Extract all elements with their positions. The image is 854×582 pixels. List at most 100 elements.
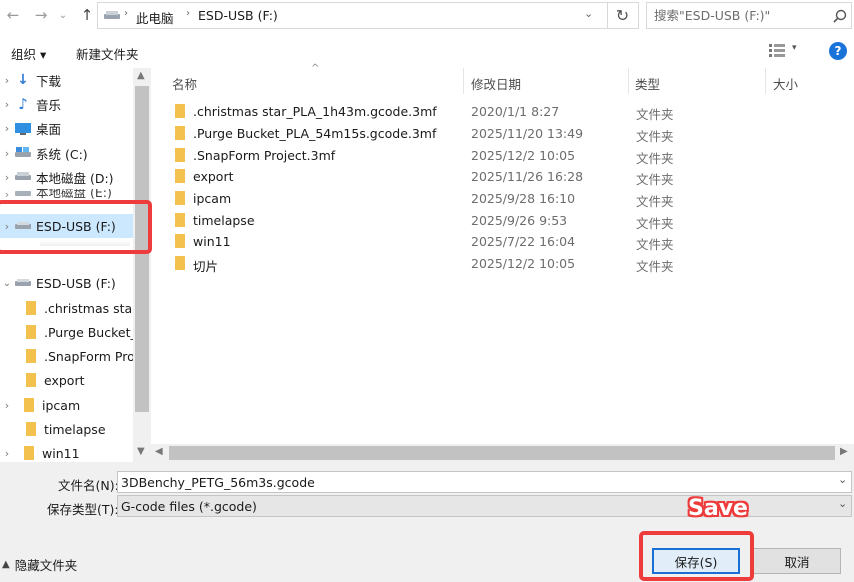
filename-field[interactable]: ⌄ xyxy=(117,471,852,493)
file-row[interactable]: win11 2025/7/22 16:04 文件夹 xyxy=(166,231,852,252)
tree-item-label: export xyxy=(44,372,85,388)
hide-folders-label: 隐藏文件夹 xyxy=(14,558,78,573)
file-type: 文件夹 xyxy=(636,259,674,274)
save-file-dialog: ← → ⌄ ↑ › 此电脑 › ESD-USB (F:) ⌄ ↻ 组织 ▾ 新建… xyxy=(0,0,854,582)
pc-drive-icon xyxy=(104,11,120,19)
search-box[interactable] xyxy=(646,2,852,29)
sidebar-item-desktop[interactable]: › 桌面 xyxy=(0,116,133,140)
breadcrumb-separator-icon: › xyxy=(124,8,128,19)
tree-item[interactable]: › win11 xyxy=(0,441,133,462)
scroll-left-icon[interactable]: ◀ xyxy=(155,446,163,457)
arrow-up-icon: ↑ xyxy=(80,6,94,24)
hide-folders-toggle[interactable]: ▲ 隐藏文件夹 xyxy=(2,555,77,574)
column-header-type[interactable]: 类型 xyxy=(635,74,660,93)
folder-icon xyxy=(175,104,185,118)
up-button[interactable]: ↑ xyxy=(76,4,98,26)
tree-root-label: ESD-USB (F:) xyxy=(36,275,116,291)
chevron-right-icon[interactable]: › xyxy=(0,122,14,135)
scroll-down-icon[interactable]: ▼ xyxy=(137,446,145,457)
column-header-size[interactable]: 大小 xyxy=(773,74,798,93)
address-dropdown-icon[interactable]: ⌄ xyxy=(584,7,593,20)
breadcrumb-this-pc[interactable]: 此电脑 xyxy=(136,8,174,27)
tree-item[interactable]: export xyxy=(22,368,151,392)
recent-locations-button[interactable]: ⌄ xyxy=(55,4,71,26)
forward-button[interactable]: → xyxy=(30,4,52,26)
chevron-right-icon[interactable]: › xyxy=(0,147,14,160)
file-row[interactable]: timelapse 2025/9/26 9:53 文件夹 xyxy=(166,210,852,231)
tree-item[interactable]: .christmas star_ xyxy=(22,296,151,320)
tree-item[interactable]: .Purge Bucket_F xyxy=(22,320,151,344)
file-row[interactable]: 切片 2025/12/2 10:05 文件夹 xyxy=(166,253,852,274)
filetype-value: G-code files (*.gcode) xyxy=(121,499,257,514)
tree-item-label: timelapse xyxy=(44,421,106,437)
folder-icon xyxy=(175,148,185,162)
scroll-right-icon[interactable]: ▶ xyxy=(840,446,848,457)
chevron-right-icon[interactable]: › xyxy=(0,98,14,111)
folder-icon xyxy=(20,445,38,461)
sidebar-item-label: 音乐 xyxy=(36,97,62,113)
cancel-button[interactable]: 取消 xyxy=(753,548,841,574)
search-input[interactable] xyxy=(647,3,817,28)
sidebar-item-drive-d[interactable]: › 本地磁盘 (D:) xyxy=(0,165,133,189)
folder-icon xyxy=(175,191,185,205)
sidebar-item-music[interactable]: › ♪ 音乐 xyxy=(0,92,133,116)
chevron-down-icon[interactable]: ⌄ xyxy=(838,473,847,486)
filename-input[interactable] xyxy=(118,472,851,492)
filename-label: 文件名(N): xyxy=(58,478,119,493)
column-divider[interactable] xyxy=(628,68,629,94)
help-icon[interactable]: ? xyxy=(829,42,847,60)
chevron-down-icon[interactable]: ⌄ xyxy=(838,497,847,510)
column-divider[interactable] xyxy=(765,68,766,94)
tree-item-label: .christmas star_ xyxy=(44,300,144,316)
tree-item[interactable]: .SnapForm Proj xyxy=(22,344,151,368)
back-button[interactable]: ← xyxy=(2,4,24,26)
sidebar-item-downloads[interactable]: › ↓ 下载 xyxy=(0,68,133,92)
view-options-icon[interactable] xyxy=(769,44,785,57)
sort-ascending-icon: ^ xyxy=(311,63,320,74)
file-type: 文件夹 xyxy=(636,172,674,187)
column-divider[interactable] xyxy=(463,68,464,94)
drive-icon xyxy=(14,169,32,185)
tree-item[interactable]: › ipcam xyxy=(0,393,133,417)
tree-item-label: .Purge Bucket_F xyxy=(44,324,144,340)
file-date: 2025/9/28 16:10 xyxy=(471,191,576,206)
arrow-right-icon: → xyxy=(34,6,48,24)
view-dropdown-icon[interactable]: ▾ xyxy=(792,43,797,53)
file-row[interactable]: .SnapForm Project.3mf 2025/12/2 10:05 文件… xyxy=(166,145,852,166)
address-bar[interactable]: › 此电脑 › ESD-USB (F:) ⌄ xyxy=(97,2,608,29)
chevron-right-icon[interactable]: › xyxy=(0,171,14,184)
breadcrumb-esd-usb[interactable]: ESD-USB (F:) xyxy=(198,8,278,23)
organize-button[interactable]: 组织 ▾ xyxy=(11,44,46,63)
file-type: 文件夹 xyxy=(636,129,674,144)
scrollbar-thumb[interactable] xyxy=(169,446,835,460)
tree-item[interactable]: timelapse xyxy=(22,417,151,441)
column-header-date[interactable]: 修改日期 xyxy=(471,74,521,93)
toolbar: 组织 ▾ 新建文件夹 ▾ ? xyxy=(0,34,854,68)
refresh-button[interactable]: ↻ xyxy=(607,2,639,29)
file-row[interactable]: export 2025/11/26 16:28 文件夹 xyxy=(166,166,852,187)
chevron-right-icon[interactable]: › xyxy=(0,447,14,460)
breadcrumb-separator-icon: › xyxy=(186,8,190,19)
file-row[interactable]: .christmas star_PLA_1h43m.gcode.3mf 2020… xyxy=(166,101,852,122)
sidebar-scrollbar[interactable]: ▲ ▼ xyxy=(133,68,151,462)
file-name: export xyxy=(193,169,234,184)
search-icon[interactable] xyxy=(833,9,847,23)
file-name: .christmas star_PLA_1h43m.gcode.3mf xyxy=(193,104,437,119)
column-headers: ^ 名称 修改日期 类型 大小 xyxy=(151,63,854,94)
file-row[interactable]: .Purge Bucket_PLA_54m15s.gcode.3mf 2025/… xyxy=(166,123,852,144)
file-row[interactable]: ipcam 2025/9/28 16:10 文件夹 xyxy=(166,188,852,209)
sidebar-item-drive-c[interactable]: › 系统 (C:) xyxy=(0,141,133,165)
tree-root-esd-usb[interactable]: ⌄ ESD-USB (F:) xyxy=(0,271,133,295)
file-name: win11 xyxy=(193,234,231,249)
chevron-right-icon[interactable]: › xyxy=(0,399,14,412)
new-folder-button[interactable]: 新建文件夹 xyxy=(76,44,139,63)
sidebar-item-label: 本地磁盘 (D:) xyxy=(36,170,114,186)
desktop-icon xyxy=(14,120,32,136)
chevron-down-icon[interactable]: ⌄ xyxy=(0,278,14,289)
folder-icon xyxy=(175,169,185,183)
chevron-right-icon[interactable]: › xyxy=(0,74,14,87)
file-list-scrollbar[interactable]: ◀ ▶ xyxy=(151,444,854,462)
scroll-up-icon[interactable]: ▲ xyxy=(137,70,145,81)
column-header-name[interactable]: 名称 xyxy=(172,74,197,93)
folder-icon xyxy=(22,300,40,316)
